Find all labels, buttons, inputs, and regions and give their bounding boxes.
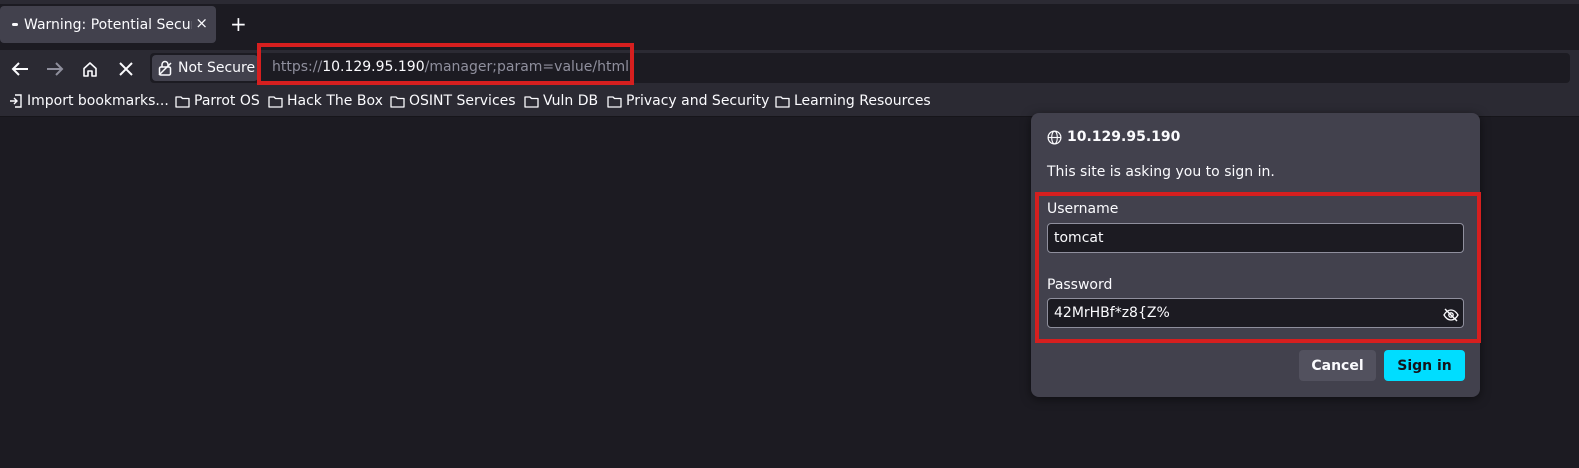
close-icon (119, 62, 133, 76)
tab-strip: Warning: Potential Security Risk Ahead ×… (0, 0, 1579, 50)
new-tab-button[interactable]: + (230, 13, 247, 35)
folder-icon (390, 95, 405, 108)
sign-in-button[interactable]: Sign in (1384, 350, 1465, 381)
bookmark-label: Learning Resources (794, 93, 931, 109)
bookmark-vuln-db[interactable]: Vuln DB (524, 93, 598, 109)
back-button[interactable] (7, 56, 33, 82)
bookmark-label: Import bookmarks... (27, 93, 169, 109)
tab-loading-icon (12, 23, 18, 26)
bookmark-parrot-os[interactable]: Parrot OS (175, 93, 260, 109)
import-icon (10, 94, 22, 108)
folder-icon (524, 95, 539, 108)
bookmark-learning-resources[interactable]: Learning Resources (775, 93, 931, 109)
folder-icon (775, 95, 790, 108)
bookmark-label: Vuln DB (543, 93, 599, 109)
home-button[interactable] (77, 56, 103, 82)
folder-icon (175, 95, 190, 108)
bookmark-import[interactable]: Import bookmarks... (9, 93, 169, 109)
bookmark-label: Privacy and Security (626, 93, 770, 109)
not-secure-label: Not Secure (178, 60, 256, 76)
url-path: /manager;param=value/html (424, 59, 629, 75)
url-host: 10.129.95.190 (322, 59, 425, 75)
password-label: Password (1047, 277, 1113, 293)
folder-icon (268, 95, 283, 108)
tab-title: Warning: Potential Security Risk Ahead (24, 16, 192, 33)
back-arrow-icon (11, 62, 28, 76)
folder-icon (607, 95, 622, 108)
home-icon (83, 62, 97, 77)
bookmark-osint-services[interactable]: OSINT Services (390, 93, 516, 109)
url-scheme: https:// (272, 59, 323, 75)
site-identity-button[interactable]: Not Secure (152, 55, 258, 81)
bookmark-label: OSINT Services (409, 93, 516, 109)
bookmark-label: Hack The Box (287, 93, 383, 109)
username-label: Username (1047, 201, 1119, 217)
stop-button[interactable] (113, 56, 139, 82)
password-input[interactable] (1047, 298, 1464, 328)
globe-icon (1047, 130, 1062, 144)
username-input[interactable] (1047, 223, 1464, 253)
tab-active[interactable]: Warning: Potential Security Risk Ahead × (0, 6, 216, 43)
dialog-host-heading: 10.129.95.190 (1047, 129, 1180, 145)
cancel-button[interactable]: Cancel (1299, 350, 1376, 381)
bookmark-label: Parrot OS (194, 93, 260, 109)
dialog-host: 10.129.95.190 (1067, 129, 1181, 145)
insecure-lock-icon (158, 60, 172, 76)
dialog-message: This site is asking you to sign in. (1047, 164, 1275, 180)
bookmark-privacy-and-security[interactable]: Privacy and Security (607, 93, 769, 109)
tab-close-icon[interactable]: × (195, 14, 208, 32)
url-text[interactable]: https://10.129.95.190/manager;param=valu… (272, 59, 629, 75)
auth-prompt-dialog: 10.129.95.190 This site is asking you to… (1031, 113, 1481, 397)
bookmark-hack-the-box[interactable]: Hack The Box (268, 93, 383, 109)
forward-button[interactable] (42, 56, 68, 82)
hide-password-icon[interactable] (1443, 308, 1459, 322)
forward-arrow-icon (47, 62, 64, 76)
